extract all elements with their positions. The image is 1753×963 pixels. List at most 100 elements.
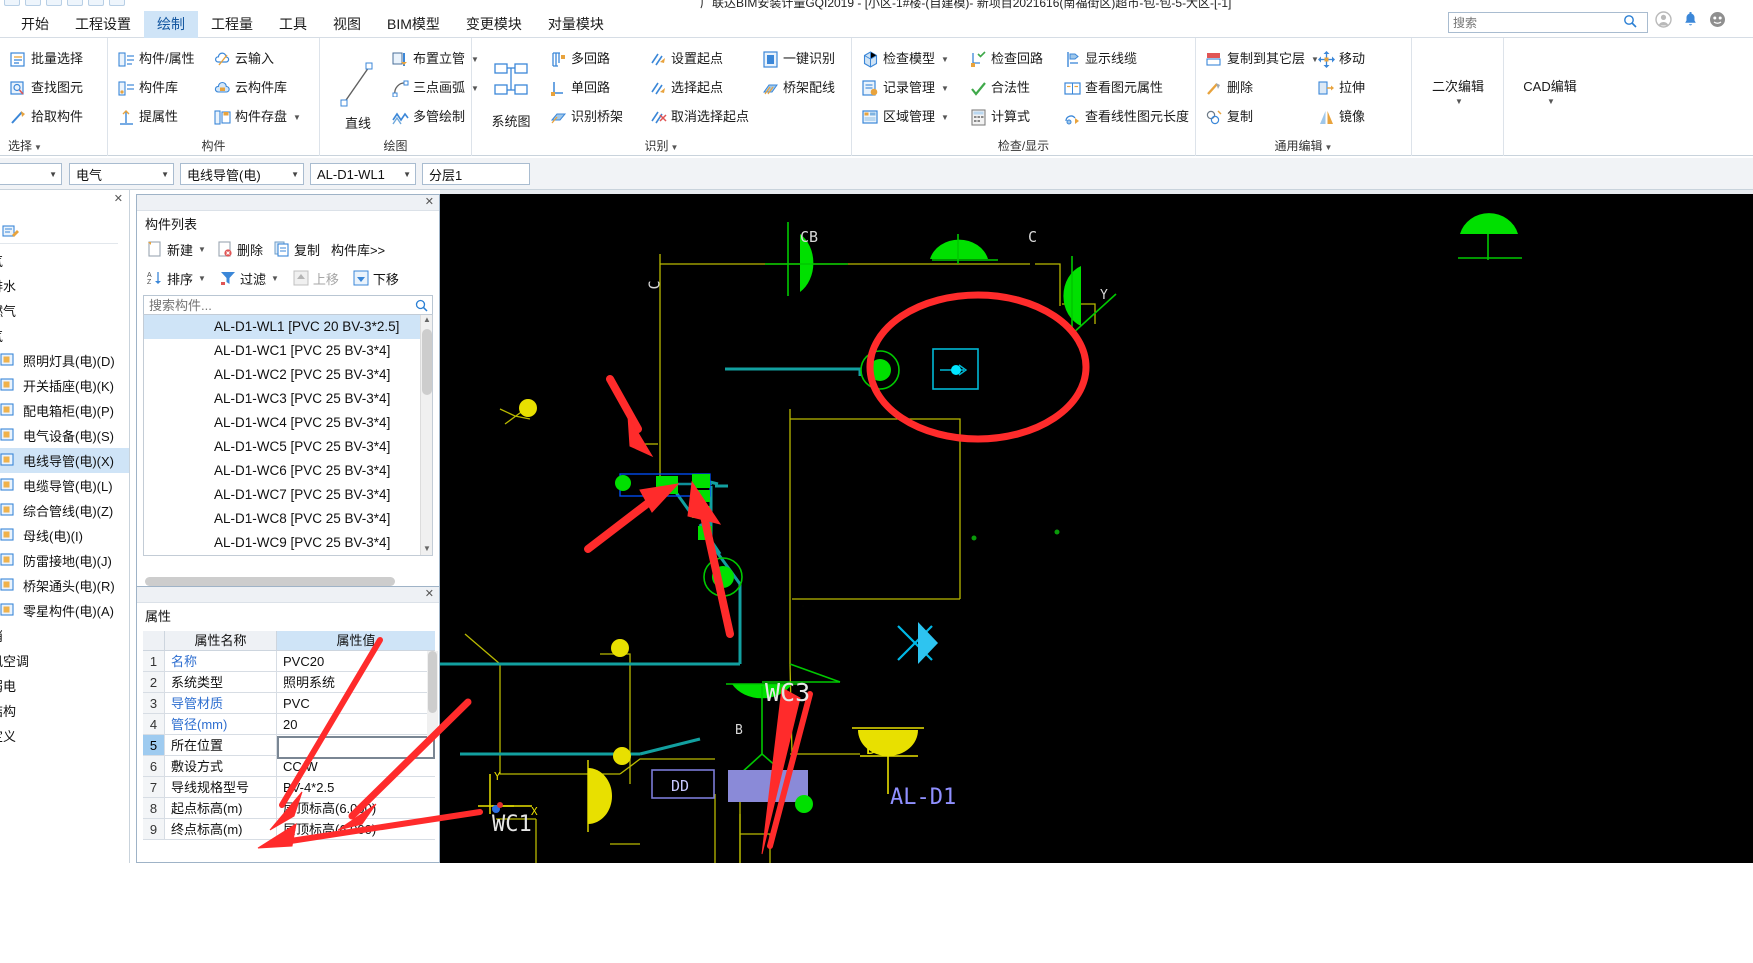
property-row-value[interactable]: 层顶标高(6.000) <box>277 798 435 818</box>
nav-item-11[interactable]: 母线(电)(I) <box>0 523 129 548</box>
ribbon-item-mirror[interactable]: 镜像 <box>1318 106 1365 128</box>
nav-item-9[interactable]: 电缆导管(电)(L) <box>0 473 129 498</box>
component-list[interactable]: AL-D1-WL1 [PVC 20 BV-3*2.5] AL-D1-WC1 [PV… <box>143 314 433 556</box>
ribbon-item-copy[interactable]: 复制 <box>1206 106 1253 128</box>
component-list-item[interactable]: AL-D1-WC3 [PVC 25 BV-3*4] <box>144 387 432 411</box>
ribbon-item-one-key-identify[interactable]: 一键识别 <box>762 48 835 70</box>
copy-component-button[interactable]: 复制 <box>270 238 324 261</box>
cad-drawing-canvas[interactable]: CB C C Y WC3 B DJ AL-D1 DD WC1 Y X <box>440 194 1753 863</box>
ribbon-item-cloud-input[interactable]: 云输入 <box>214 48 274 70</box>
search-icon[interactable] <box>415 299 428 315</box>
global-search[interactable] <box>1448 12 1648 33</box>
qat-print-icon[interactable] <box>67 0 83 6</box>
tab-7[interactable]: 变更模块 <box>453 11 535 38</box>
ribbon-group-label[interactable]: 通用编辑 ▼ <box>1196 137 1411 154</box>
nav-item-5[interactable]: 开关插座(电)(K) <box>0 373 129 398</box>
ribbon-item-three-point-arc[interactable]: 三点画弧 ▼ <box>392 77 479 99</box>
search-input[interactable] <box>1453 15 1623 30</box>
ribbon-item-stretch[interactable]: 拉伸 <box>1318 77 1365 99</box>
cad-edit-button[interactable]: CAD编辑 ▼ <box>1504 68 1596 114</box>
new-component-button[interactable]: 新建 ▼ <box>143 238 210 261</box>
nav-item-4[interactable]: 照明灯具(电)(D) <box>0 348 129 373</box>
nav-item-10[interactable]: 综合管线(电)(Z) <box>0 498 129 523</box>
help-face-icon[interactable] <box>1709 11 1726 31</box>
tab-5[interactable]: 视图 <box>320 11 374 38</box>
component-list-item[interactable]: AL-D1-WC8 [PVC 25 BV-3*4] <box>144 507 432 531</box>
ribbon-item-record-manage[interactable]: 记录管理 ▼ <box>862 77 949 99</box>
close-icon[interactable]: ✕ <box>114 192 123 205</box>
ribbon-item-find-element[interactable]: 查找图元 <box>10 77 83 99</box>
component-list-item[interactable]: AL-D1-WC1 [PVC 25 BV-3*4] <box>144 339 432 363</box>
property-row[interactable]: 8 起点标高(m) 层顶标高(6.000) <box>143 798 435 819</box>
chevron-down-icon[interactable]: ▼ <box>161 170 169 179</box>
combo-discipline[interactable]: 电气 ▼ <box>69 163 174 185</box>
component-list-item[interactable]: AL-D1-WC4 [PVC 25 BV-3*4] <box>144 411 432 435</box>
component-list-item[interactable]: AL-D1-WC9 [PVC 25 BV-3*4] <box>144 531 432 555</box>
property-row[interactable]: 7 导线规格型号 BV-4*2.5 <box>143 777 435 798</box>
chevron-down-icon[interactable]: ▼ <box>403 170 411 179</box>
nav-item-12[interactable]: 防雷接地(电)(J) <box>0 548 129 573</box>
component-list-item[interactable]: AL-D1-WC2 [PVC 25 BV-3*4] <box>144 363 432 387</box>
ribbon-item-single-loop[interactable]: 单回路 <box>550 77 610 99</box>
move-down-button[interactable]: 下移 <box>349 267 403 290</box>
property-row-value[interactable]: 层顶标高(6.000) <box>277 819 435 839</box>
ribbon-item-component-property[interactable]: 构件/属性 <box>118 48 195 70</box>
tab-2[interactable]: 绘制 <box>144 11 198 38</box>
component-search-box[interactable] <box>143 295 433 316</box>
ribbon-item-select-start[interactable]: 选择起点 <box>650 77 723 99</box>
property-row[interactable]: 4 管径(mm) 20 <box>143 714 435 735</box>
ribbon-item-view-element-property[interactable]: 查看图元属性 <box>1064 77 1163 99</box>
search-icon[interactable] <box>1623 14 1637 31</box>
ribbon-item-show-cable[interactable]: 显示线缆 <box>1064 48 1137 70</box>
nav-item-8[interactable]: 电线导管(电)(X) <box>0 448 129 473</box>
property-row[interactable]: 9 终点标高(m) 层顶标高(6.000) <box>143 819 435 840</box>
hscroll-thumb[interactable] <box>145 577 395 586</box>
ribbon-item-multi-loop[interactable]: 多回路 <box>550 48 610 70</box>
ribbon-item-move[interactable]: 移动 <box>1318 48 1365 70</box>
nav-item-3[interactable]: 气 <box>0 323 129 348</box>
tab-4[interactable]: 工具 <box>266 11 320 38</box>
ribbon-item-riser[interactable]: 布置立管 ▼ <box>392 48 479 70</box>
chevron-down-icon[interactable]: ▼ <box>49 170 57 179</box>
nav-item-6[interactable]: 配电箱柜(电)(P) <box>0 398 129 423</box>
nav-item-13[interactable]: 桥架通头(电)(R) <box>0 573 129 598</box>
ribbon-group-label[interactable]: 选择 ▼ <box>0 137 107 154</box>
qat-undo-icon[interactable] <box>88 0 104 6</box>
nav-item-18[interactable]: 结构 <box>0 698 129 723</box>
ribbon-item-check-model[interactable]: 检查模型 ▼ <box>862 48 949 70</box>
property-row[interactable]: 6 敷设方式 CC/W <box>143 756 435 777</box>
component-library-link[interactable]: 构件库>> <box>327 238 389 261</box>
delete-component-button[interactable]: 删除 <box>213 238 267 261</box>
ribbon-item-component-save[interactable]: 构件存盘 ▼ <box>214 106 301 128</box>
sort-button[interactable]: AZ 排序 ▼ <box>143 267 210 290</box>
nav-item-0[interactable]: 气 <box>0 248 129 273</box>
secondary-edit-button[interactable]: 二次编辑 ▼ <box>1412 68 1504 114</box>
ribbon-group-label[interactable]: 识别 ▼ <box>472 137 851 154</box>
nav-item-1[interactable]: 排水 <box>0 273 129 298</box>
close-icon[interactable]: ✕ <box>425 587 434 600</box>
move-up-button[interactable]: 上移 <box>289 267 343 290</box>
component-search-input[interactable] <box>149 298 404 313</box>
property-row[interactable]: 3 导管材质 PVC <box>143 693 435 714</box>
qat-save-icon[interactable] <box>4 0 20 6</box>
cad-drawing-svg[interactable] <box>440 194 1753 863</box>
property-row[interactable]: 2 系统类型 照明系统 <box>143 672 435 693</box>
ribbon-item-cloud-library[interactable]: 云构件库 <box>214 77 287 99</box>
combo-blank[interactable]: ▼ <box>0 163 62 185</box>
nav-item-19[interactable]: 定义 <box>0 723 129 748</box>
filter-button[interactable]: 过滤 ▼ <box>216 267 283 290</box>
ribbon-item-view-length[interactable]: 查看线性图元长度 <box>1064 106 1189 128</box>
combo-layer[interactable]: 分层1 <box>422 163 530 185</box>
ribbon-item-pick-component[interactable]: 拾取构件 <box>10 106 83 128</box>
property-row-value[interactable]: 20 <box>277 714 435 734</box>
scroll-thumb[interactable] <box>422 329 432 395</box>
qat-open-icon[interactable] <box>25 0 41 6</box>
ribbon-item-set-start[interactable]: 设置起点 <box>650 48 723 70</box>
scroll-down-icon[interactable]: ▼ <box>421 544 432 555</box>
tab-0[interactable]: 开始 <box>8 11 62 38</box>
nav-item-16[interactable]: 风空调 <box>0 648 129 673</box>
combo-component-type[interactable]: 电线导管(电) ▼ <box>180 163 304 185</box>
component-list-item[interactable]: AL-D1-WC7 [PVC 25 BV-3*4] <box>144 483 432 507</box>
nav-item-7[interactable]: 电气设备(电)(S) <box>0 423 129 448</box>
ribbon-big-line[interactable]: 直线 <box>330 50 386 138</box>
